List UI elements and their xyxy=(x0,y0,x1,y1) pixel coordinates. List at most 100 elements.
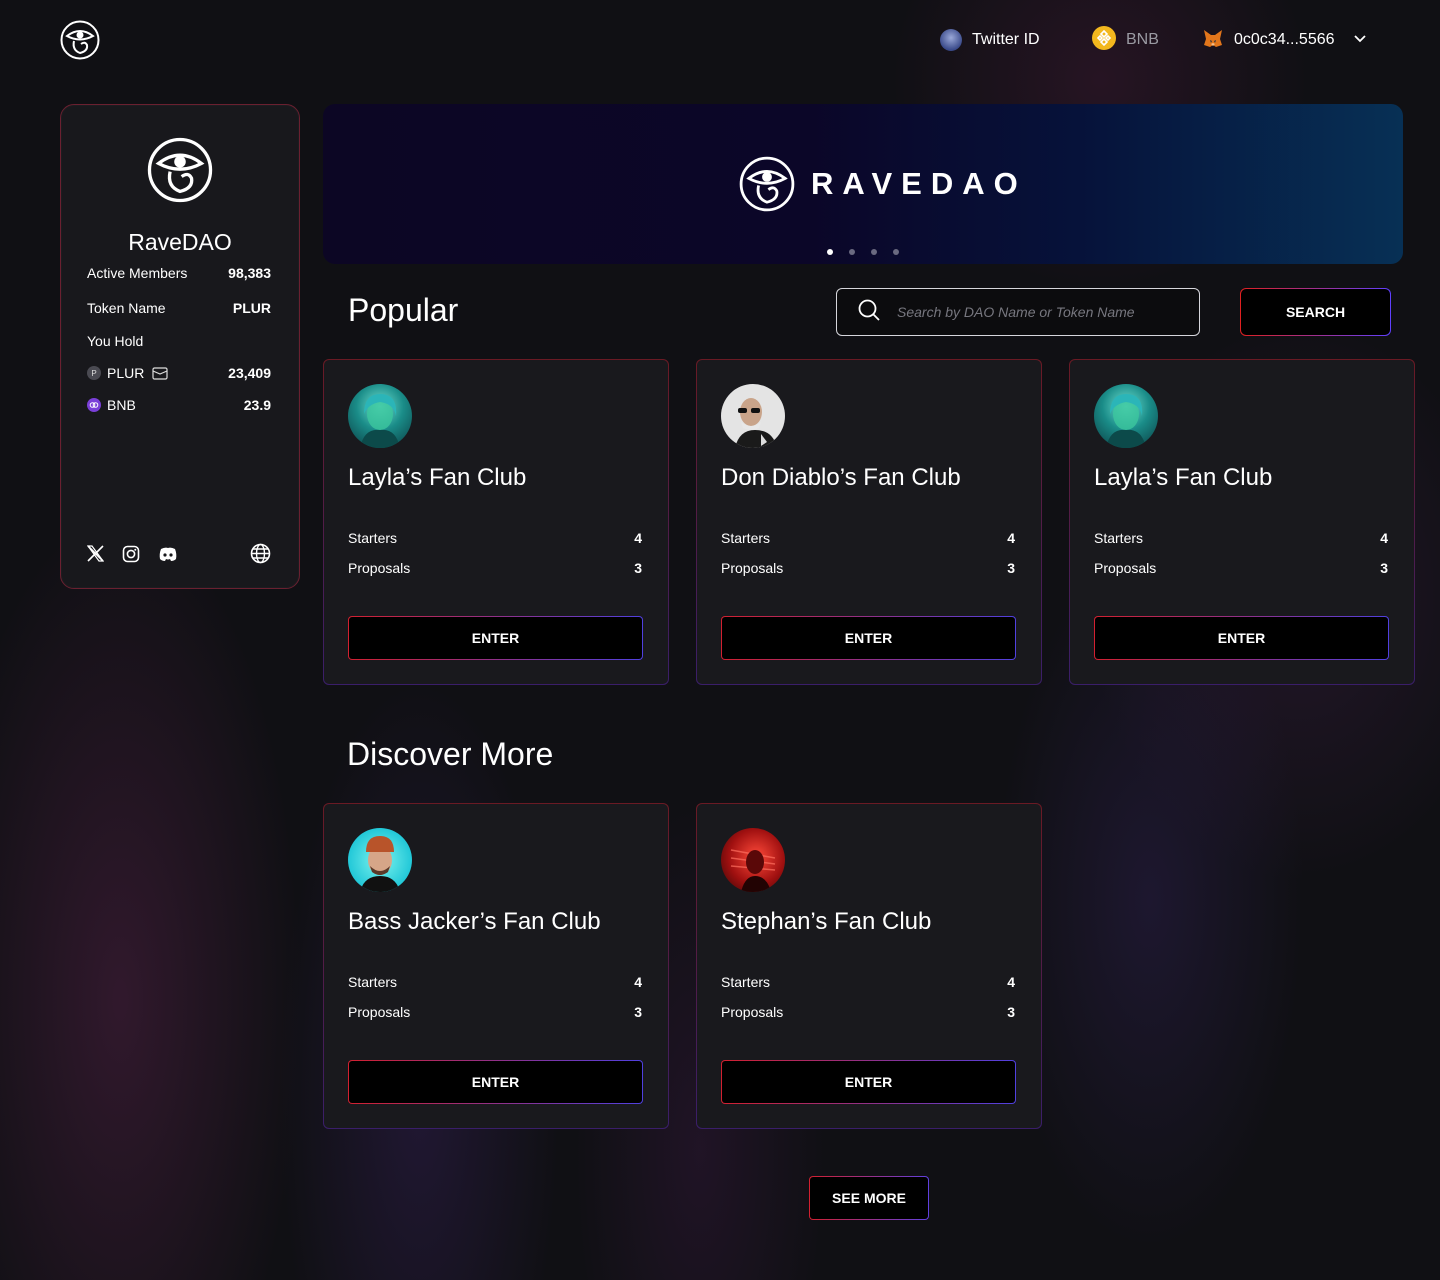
starters-value: 4 xyxy=(634,974,642,990)
starters-label: Starters xyxy=(1094,530,1144,546)
metamask-fox-icon xyxy=(1202,27,1224,54)
active-members-row: Active Members 98,383 xyxy=(87,265,271,281)
carousel-dot[interactable] xyxy=(827,249,833,255)
fan-club-card: Layla’s Fan Club Starters 4 Proposals 3 … xyxy=(323,359,669,685)
x-icon[interactable] xyxy=(87,545,104,562)
holding-row-bnb: BNB 23.9 xyxy=(87,397,271,413)
fan-club-card: Bass Jacker’s Fan Club Starters 4 Propos… xyxy=(323,803,669,1129)
proposals-label: Proposals xyxy=(1094,560,1157,576)
twitter-id-link[interactable]: Twitter ID xyxy=(940,28,1040,52)
fan-club-avatar xyxy=(1094,384,1158,448)
fan-club-card: Don Diablo’s Fan Club Starters 4 Proposa… xyxy=(696,359,1042,685)
starters-row: Starters 4 xyxy=(1094,530,1388,546)
fan-club-avatar xyxy=(348,384,412,448)
search-button[interactable]: SEARCH xyxy=(1240,288,1391,336)
starters-value: 4 xyxy=(1380,530,1388,546)
proposals-value: 3 xyxy=(634,1004,642,1020)
fan-club-title: Layla’s Fan Club xyxy=(1094,464,1273,491)
instagram-icon[interactable] xyxy=(122,545,140,563)
discord-icon[interactable] xyxy=(158,546,178,562)
you-hold-row: You Hold xyxy=(87,333,271,349)
proposals-value: 3 xyxy=(634,560,642,576)
carousel-dot[interactable] xyxy=(871,249,877,255)
banner-eye-logo-icon xyxy=(739,156,795,212)
enter-button[interactable]: ENTER xyxy=(721,616,1016,660)
starters-row: Starters 4 xyxy=(348,530,642,546)
search-input[interactable] xyxy=(897,304,1177,320)
enter-button[interactable]: ENTER xyxy=(348,1060,643,1104)
active-members-value: 98,383 xyxy=(228,265,271,281)
starters-label: Starters xyxy=(348,530,398,546)
chevron-down-icon xyxy=(1353,31,1367,50)
proposals-value: 3 xyxy=(1007,560,1015,576)
enter-button[interactable]: ENTER xyxy=(1094,616,1389,660)
proposals-value: 3 xyxy=(1007,1004,1015,1020)
enter-button[interactable]: ENTER xyxy=(721,1060,1016,1104)
bnb-icon xyxy=(1092,25,1116,55)
starters-label: Starters xyxy=(348,974,398,990)
globe-icon[interactable] xyxy=(250,543,271,564)
social-links xyxy=(87,543,271,564)
holding-row-plur: P PLUR 23,409 xyxy=(87,365,271,381)
wallet-menu[interactable]: 0c0c34...5566 xyxy=(1202,28,1367,52)
twitter-avatar xyxy=(940,29,962,51)
fan-club-title: Layla’s Fan Club xyxy=(348,464,527,491)
holding-token-name: PLUR xyxy=(107,365,145,381)
holding-amount: 23,409 xyxy=(228,365,271,381)
starters-row: Starters 4 xyxy=(721,530,1015,546)
fan-club-title: Bass Jacker’s Fan Club xyxy=(348,908,601,935)
active-members-label: Active Members xyxy=(87,265,188,281)
holding-token-name: BNB xyxy=(107,397,136,413)
proposals-label: Proposals xyxy=(348,1004,411,1020)
search-icon xyxy=(857,298,881,327)
starters-row: Starters 4 xyxy=(721,974,1015,990)
fan-club-avatar xyxy=(721,828,785,892)
starters-label: Starters xyxy=(721,530,771,546)
token-name-label: Token Name xyxy=(87,300,166,316)
dao-profile-card: RaveDAO Active Members 98,383 Token Name… xyxy=(60,104,300,589)
eye-logo-icon[interactable] xyxy=(60,20,100,60)
carousel-dots xyxy=(323,249,1403,255)
holding-amount: 23.9 xyxy=(243,397,271,413)
proposals-row: Proposals 3 xyxy=(721,1004,1015,1020)
fan-club-card: Stephan’s Fan Club Starters 4 Proposals … xyxy=(696,803,1042,1129)
starters-value: 4 xyxy=(634,530,642,546)
proposals-label: Proposals xyxy=(721,560,784,576)
proposals-row: Proposals 3 xyxy=(721,560,1015,576)
twitter-id-label: Twitter ID xyxy=(972,31,1040,48)
fan-club-avatar xyxy=(348,828,412,892)
popular-section-title: Popular xyxy=(348,292,459,328)
see-more-button[interactable]: SEE MORE xyxy=(809,1176,929,1220)
plur-token-icon: P xyxy=(87,366,101,380)
dao-name: RaveDAO xyxy=(128,229,232,255)
search-bar xyxy=(836,288,1200,336)
starters-value: 4 xyxy=(1007,530,1015,546)
wallet-address: 0c0c34...5566 xyxy=(1234,31,1335,48)
starters-label: Starters xyxy=(721,974,771,990)
starters-value: 4 xyxy=(1007,974,1015,990)
bnb-token-icon xyxy=(87,398,101,412)
proposals-row: Proposals 3 xyxy=(1094,560,1388,576)
enter-button[interactable]: ENTER xyxy=(348,616,643,660)
fan-club-title: Stephan’s Fan Club xyxy=(721,908,932,935)
hero-banner-carousel[interactable]: RAVEDAO xyxy=(323,104,1403,264)
carousel-dot[interactable] xyxy=(893,249,899,255)
fan-club-title: Don Diablo’s Fan Club xyxy=(721,464,961,491)
network-selector[interactable]: BNB xyxy=(1092,25,1159,55)
banner-wordmark: RAVEDAO xyxy=(811,166,1027,201)
token-name-row: Token Name PLUR xyxy=(87,300,271,316)
proposals-row: Proposals 3 xyxy=(348,560,642,576)
network-label: BNB xyxy=(1126,31,1159,48)
wallet-icon[interactable] xyxy=(152,366,168,380)
proposals-row: Proposals 3 xyxy=(348,1004,642,1020)
proposals-label: Proposals xyxy=(348,560,411,576)
discover-section-title: Discover More xyxy=(347,736,554,772)
dao-logo-icon xyxy=(147,137,213,203)
fan-club-avatar xyxy=(721,384,785,448)
fan-club-card: Layla’s Fan Club Starters 4 Proposals 3 … xyxy=(1069,359,1415,685)
proposals-label: Proposals xyxy=(721,1004,784,1020)
carousel-dot[interactable] xyxy=(849,249,855,255)
starters-row: Starters 4 xyxy=(348,974,642,990)
token-name-value: PLUR xyxy=(232,300,271,316)
you-hold-label: You Hold xyxy=(87,333,144,349)
